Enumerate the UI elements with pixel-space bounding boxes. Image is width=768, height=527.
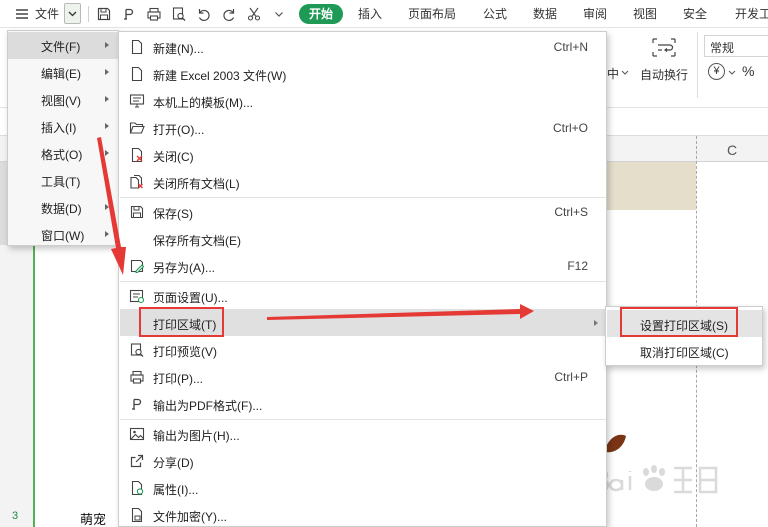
annotation-arrows bbox=[97, 137, 534, 320]
arrow-down-annotation bbox=[97, 137, 126, 275]
arrow-right-annotation bbox=[267, 304, 534, 320]
